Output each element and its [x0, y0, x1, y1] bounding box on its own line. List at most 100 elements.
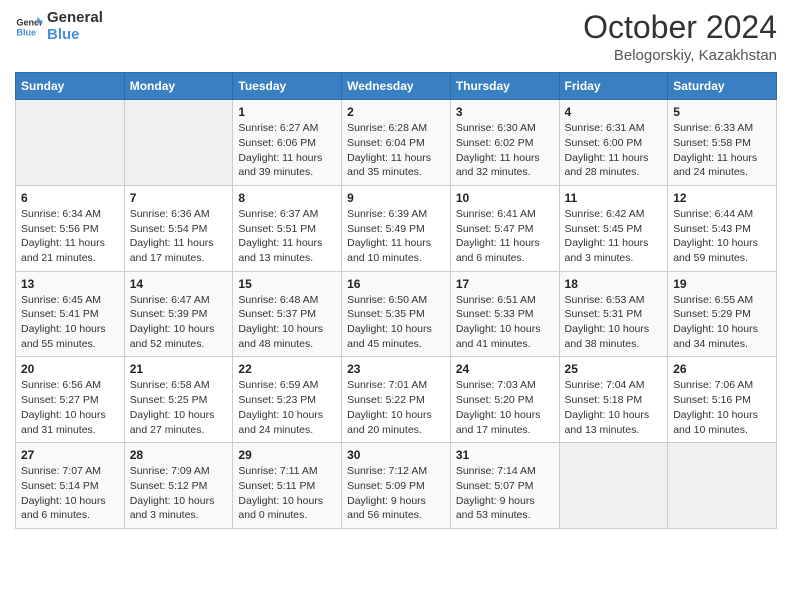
calendar-cell: 21 Sunrise: 6:58 AM Sunset: 5:25 PM Dayli…: [124, 357, 233, 443]
day-number: 28: [130, 448, 228, 462]
day-content: Sunrise: 6:48 AM Sunset: 5:37 PM Dayligh…: [238, 293, 336, 352]
day-content: Sunrise: 7:12 AM Sunset: 5:09 PM Dayligh…: [347, 464, 445, 523]
day-content: Sunrise: 6:47 AM Sunset: 5:39 PM Dayligh…: [130, 293, 228, 352]
calendar-cell: 16 Sunrise: 6:50 AM Sunset: 5:35 PM Dayli…: [342, 271, 451, 357]
calendar-cell: 28 Sunrise: 7:09 AM Sunset: 5:12 PM Dayli…: [124, 443, 233, 529]
day-number: 30: [347, 448, 445, 462]
col-header-monday: Monday: [124, 73, 233, 100]
day-number: 3: [456, 105, 554, 119]
day-number: 14: [130, 277, 228, 291]
logo: General Blue General Blue: [15, 10, 103, 43]
calendar-week-row: 1 Sunrise: 6:27 AM Sunset: 6:06 PM Daylig…: [16, 100, 777, 186]
month-title: October 2024: [583, 10, 777, 45]
calendar-cell: 5 Sunrise: 6:33 AM Sunset: 5:58 PM Daylig…: [668, 100, 777, 186]
calendar-week-row: 20 Sunrise: 6:56 AM Sunset: 5:27 PM Dayli…: [16, 357, 777, 443]
calendar-cell: 6 Sunrise: 6:34 AM Sunset: 5:56 PM Daylig…: [16, 185, 125, 271]
calendar-cell: 10Sunrise: 6:41 AM Sunset: 5:47 PM Dayli…: [450, 185, 559, 271]
title-block: October 2024 Belogorskiy, Kazakhstan: [583, 10, 777, 64]
calendar-cell: 7Sunrise: 6:36 AM Sunset: 5:54 PM Daylig…: [124, 185, 233, 271]
day-content: Sunrise: 6:51 AM Sunset: 5:33 PM Dayligh…: [456, 293, 554, 352]
day-content: Sunrise: 6:33 AM Sunset: 5:58 PM Dayligh…: [673, 121, 771, 180]
day-content: Sunrise: 7:11 AM Sunset: 5:11 PM Dayligh…: [238, 464, 336, 523]
col-header-sunday: Sunday: [16, 73, 125, 100]
day-content: Sunrise: 6:58 AM Sunset: 5:25 PM Dayligh…: [130, 378, 228, 437]
col-header-saturday: Saturday: [668, 73, 777, 100]
calendar-cell: 26Sunrise: 7:06 AM Sunset: 5:16 PM Dayli…: [668, 357, 777, 443]
day-number: 9: [347, 191, 445, 205]
day-content: Sunrise: 6:27 AM Sunset: 6:06 PM Dayligh…: [238, 121, 336, 180]
day-content: Sunrise: 7:04 AM Sunset: 5:18 PM Dayligh…: [565, 378, 663, 437]
logo-general-text: General: [47, 10, 103, 27]
day-number: 2: [347, 105, 445, 119]
day-content: Sunrise: 6:31 AM Sunset: 6:00 PM Dayligh…: [565, 121, 663, 180]
day-number: 29: [238, 448, 336, 462]
day-number: 19: [673, 277, 771, 291]
day-content: Sunrise: 6:56 AM Sunset: 5:27 PM Dayligh…: [21, 378, 119, 437]
calendar-cell: 20 Sunrise: 6:56 AM Sunset: 5:27 PM Dayli…: [16, 357, 125, 443]
location: Belogorskiy, Kazakhstan: [583, 47, 777, 64]
calendar-cell: [16, 100, 125, 186]
day-number: 4: [565, 105, 663, 119]
day-content: Sunrise: 7:09 AM Sunset: 5:12 PM Dayligh…: [130, 464, 228, 523]
calendar-cell: 3Sunrise: 6:30 AM Sunset: 6:02 PM Daylig…: [450, 100, 559, 186]
day-number: 26: [673, 362, 771, 376]
calendar-cell: 17 Sunrise: 6:51 AM Sunset: 5:33 PM Dayli…: [450, 271, 559, 357]
calendar-cell: 25 Sunrise: 7:04 AM Sunset: 5:18 PM Dayli…: [559, 357, 668, 443]
day-number: 21: [130, 362, 228, 376]
day-content: Sunrise: 6:34 AM Sunset: 5:56 PM Dayligh…: [21, 207, 119, 266]
day-content: Sunrise: 6:45 AM Sunset: 5:41 PM Dayligh…: [21, 293, 119, 352]
day-number: 25: [565, 362, 663, 376]
day-content: Sunrise: 6:28 AM Sunset: 6:04 PM Dayligh…: [347, 121, 445, 180]
day-content: Sunrise: 7:14 AM Sunset: 5:07 PM Dayligh…: [456, 464, 554, 523]
calendar-week-row: 27 Sunrise: 7:07 AM Sunset: 5:14 PM Dayli…: [16, 443, 777, 529]
day-number: 27: [21, 448, 119, 462]
calendar-cell: 18Sunrise: 6:53 AM Sunset: 5:31 PM Dayli…: [559, 271, 668, 357]
calendar-cell: 13 Sunrise: 6:45 AM Sunset: 5:41 PM Dayli…: [16, 271, 125, 357]
col-header-tuesday: Tuesday: [233, 73, 342, 100]
day-number: 23: [347, 362, 445, 376]
col-header-thursday: Thursday: [450, 73, 559, 100]
day-number: 5: [673, 105, 771, 119]
calendar-cell: [668, 443, 777, 529]
day-content: Sunrise: 6:39 AM Sunset: 5:49 PM Dayligh…: [347, 207, 445, 266]
day-number: 20: [21, 362, 119, 376]
calendar-cell: 8 Sunrise: 6:37 AM Sunset: 5:51 PM Daylig…: [233, 185, 342, 271]
day-number: 1: [238, 105, 336, 119]
day-content: Sunrise: 7:07 AM Sunset: 5:14 PM Dayligh…: [21, 464, 119, 523]
day-number: 12: [673, 191, 771, 205]
day-content: Sunrise: 6:59 AM Sunset: 5:23 PM Dayligh…: [238, 378, 336, 437]
day-number: 8: [238, 191, 336, 205]
logo-icon: General Blue: [15, 13, 43, 41]
day-number: 17: [456, 277, 554, 291]
calendar-cell: 14 Sunrise: 6:47 AM Sunset: 5:39 PM Dayli…: [124, 271, 233, 357]
day-content: Sunrise: 6:36 AM Sunset: 5:54 PM Dayligh…: [130, 207, 228, 266]
calendar-cell: 2 Sunrise: 6:28 AM Sunset: 6:04 PM Daylig…: [342, 100, 451, 186]
calendar-cell: 27 Sunrise: 7:07 AM Sunset: 5:14 PM Dayli…: [16, 443, 125, 529]
day-number: 16: [347, 277, 445, 291]
day-content: Sunrise: 6:42 AM Sunset: 5:45 PM Dayligh…: [565, 207, 663, 266]
day-content: Sunrise: 7:01 AM Sunset: 5:22 PM Dayligh…: [347, 378, 445, 437]
calendar-table: SundayMondayTuesdayWednesdayThursdayFrid…: [15, 72, 777, 529]
day-number: 15: [238, 277, 336, 291]
day-number: 6: [21, 191, 119, 205]
calendar-cell: 31 Sunrise: 7:14 AM Sunset: 5:07 PM Dayli…: [450, 443, 559, 529]
day-number: 13: [21, 277, 119, 291]
calendar-cell: 11Sunrise: 6:42 AM Sunset: 5:45 PM Dayli…: [559, 185, 668, 271]
calendar-cell: 12 Sunrise: 6:44 AM Sunset: 5:43 PM Dayli…: [668, 185, 777, 271]
calendar-header-row: SundayMondayTuesdayWednesdayThursdayFrid…: [16, 73, 777, 100]
day-content: Sunrise: 6:44 AM Sunset: 5:43 PM Dayligh…: [673, 207, 771, 266]
day-number: 24: [456, 362, 554, 376]
day-content: Sunrise: 6:37 AM Sunset: 5:51 PM Dayligh…: [238, 207, 336, 266]
col-header-friday: Friday: [559, 73, 668, 100]
calendar-cell: 22 Sunrise: 6:59 AM Sunset: 5:23 PM Dayli…: [233, 357, 342, 443]
calendar-cell: 1 Sunrise: 6:27 AM Sunset: 6:06 PM Daylig…: [233, 100, 342, 186]
calendar-cell: 30 Sunrise: 7:12 AM Sunset: 5:09 PM Dayli…: [342, 443, 451, 529]
calendar-cell: 15 Sunrise: 6:48 AM Sunset: 5:37 PM Dayli…: [233, 271, 342, 357]
calendar-cell: 4 Sunrise: 6:31 AM Sunset: 6:00 PM Daylig…: [559, 100, 668, 186]
day-number: 22: [238, 362, 336, 376]
calendar-cell: 23 Sunrise: 7:01 AM Sunset: 5:22 PM Dayli…: [342, 357, 451, 443]
day-number: 31: [456, 448, 554, 462]
day-content: Sunrise: 6:53 AM Sunset: 5:31 PM Dayligh…: [565, 293, 663, 352]
svg-text:Blue: Blue: [16, 27, 36, 37]
day-content: Sunrise: 6:50 AM Sunset: 5:35 PM Dayligh…: [347, 293, 445, 352]
